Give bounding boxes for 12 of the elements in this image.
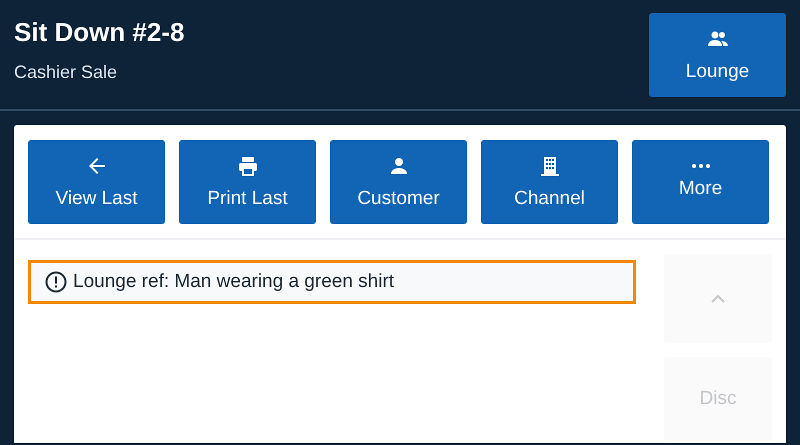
action-button[interactable]: Customer bbox=[330, 140, 467, 224]
action-button[interactable]: Channel bbox=[481, 140, 618, 224]
more-icon bbox=[692, 164, 710, 168]
alert-icon bbox=[45, 271, 67, 293]
order-title: Sit Down #2-8 bbox=[14, 16, 184, 48]
note-text: Lounge ref: Man wearing a green shirt bbox=[73, 271, 394, 293]
action-button[interactable]: Print Last bbox=[179, 140, 316, 224]
action-button[interactable]: View Last bbox=[28, 140, 165, 224]
lounge-button[interactable]: Lounge bbox=[649, 12, 786, 96]
order-subtitle: Cashier Sale bbox=[14, 62, 118, 82]
action-button[interactable]: More bbox=[632, 140, 769, 224]
chevron-up-icon bbox=[710, 294, 726, 304]
